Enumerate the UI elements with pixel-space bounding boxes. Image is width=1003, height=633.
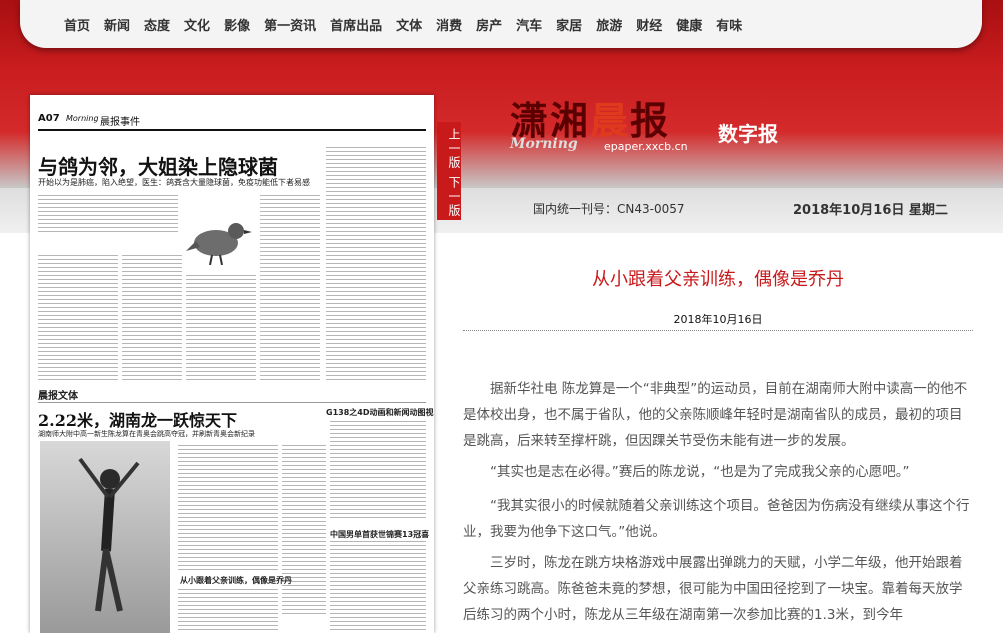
text-block[interactable] xyxy=(186,275,256,380)
article-paragraph: 据新华社电 陈龙算是一个“非典型”的运动员，目前在湖南师大附中读高一的他不是体校… xyxy=(463,381,968,449)
text-block[interactable] xyxy=(122,255,182,380)
paper-headline-2[interactable]: 2.22米，湖南龙一跃惊天下 xyxy=(38,407,237,431)
nav-item-travel[interactable]: 旅游 xyxy=(596,15,622,34)
text-block[interactable] xyxy=(178,445,278,570)
article-paragraph: 三岁时，陈龙在跳方块格游戏中展露出弹跳力的天赋，小学二年级，他开始跟着父亲练习跳… xyxy=(463,555,963,623)
text-block[interactable] xyxy=(326,147,426,382)
paper-caption[interactable]: G138之4D动画和新闻动图视 xyxy=(326,407,433,418)
text-block[interactable] xyxy=(330,541,426,631)
paper-brand: Morning xyxy=(66,114,99,123)
nav-item-auto[interactable]: 汽车 xyxy=(516,15,542,34)
athlete-figure-icon xyxy=(78,457,140,612)
text-block[interactable] xyxy=(38,195,178,235)
text-block[interactable] xyxy=(260,195,320,380)
paper-subline-2: 湖南师大附中高一新生陈龙算在青奥会跳高夺冠，并刷新青奥会新纪录 xyxy=(38,430,255,438)
prev-page-tab[interactable]: 上一版 xyxy=(437,122,461,172)
paper-section-2: 晨报文体 xyxy=(38,387,426,403)
text-block[interactable] xyxy=(38,255,118,380)
nav-item-images[interactable]: 影像 xyxy=(224,15,250,34)
paper-page-header: A07 Morning 晨报事件 xyxy=(38,109,426,131)
nav-item-first-news[interactable]: 第一资讯 xyxy=(264,15,316,34)
nav-item-finance[interactable]: 财经 xyxy=(636,15,662,34)
nav-item-flavor[interactable]: 有味 xyxy=(716,15,742,34)
paper-section: 晨报事件 xyxy=(100,117,140,128)
pigeon-photo xyxy=(186,223,252,265)
logo-morning: Morning xyxy=(510,136,578,152)
next-page-tab[interactable]: 下一版 xyxy=(437,170,461,220)
article-paragraph: “我其实很小的时候就随着父亲训练这个项目。爸爸因为伤病没有继续从事这个行业，我要… xyxy=(463,498,970,540)
article-date: 2018年10月16日 xyxy=(673,313,763,326)
athlete-photo xyxy=(40,441,170,633)
nav-item-home-living[interactable]: 家居 xyxy=(556,15,582,34)
main-nav: 首页 新闻 态度 文化 影像 第一资讯 首席出品 文体 消费 房产 汽车 家居 … xyxy=(20,0,982,48)
article-title: 从小跟着父亲训练，偶像是乔丹 xyxy=(592,269,844,290)
nav-item-attitude[interactable]: 态度 xyxy=(144,15,170,34)
nav-item-news[interactable]: 新闻 xyxy=(104,15,130,34)
nav-item-home[interactable]: 首页 xyxy=(64,15,90,34)
newspaper-page-image[interactable]: A07 Morning 晨报事件 与鸽为邻，大姐染上隐球菌 开始以为是肺癌，陷入… xyxy=(30,95,434,633)
paper-page-number: A07 xyxy=(38,113,60,124)
text-block[interactable] xyxy=(282,445,326,615)
nav-item-consumer[interactable]: 消费 xyxy=(436,15,462,34)
nav-item-sports-culture[interactable]: 文体 xyxy=(396,15,422,34)
paper-caption[interactable]: 中国男单首获世锦赛13冠喜 xyxy=(330,529,429,540)
issue-date: 2018年10月16日 星期二 xyxy=(793,203,948,218)
issn-label: 国内统一刊号：CN43-0057 xyxy=(533,202,685,216)
logo-text-2: 晨 xyxy=(590,98,631,143)
paper-subline: 开始以为是肺癌，陷入绝望，医生：鸽粪含大量隐球菌，免疫功能低下者易感 xyxy=(38,178,310,187)
article-paragraph: “其实也是志在必得。”赛后的陈龙说，“也是为了完成我父亲的心愿吧。” xyxy=(490,464,910,480)
site-url: epaper.xxcb.cn xyxy=(604,140,688,153)
digital-edition-label: 数字报 xyxy=(718,122,778,146)
nav-item-health[interactable]: 健康 xyxy=(676,15,702,34)
paper-caption[interactable]: 从小跟着父亲训练，偶像是乔丹 xyxy=(180,575,292,586)
nav-item-property[interactable]: 房产 xyxy=(476,15,502,34)
paper-headline[interactable]: 与鸽为邻，大姐染上隐球菌 xyxy=(38,151,278,180)
text-block[interactable] xyxy=(178,589,278,633)
divider xyxy=(463,330,973,331)
logo-text-3: 报 xyxy=(630,98,671,143)
nav-item-culture[interactable]: 文化 xyxy=(184,15,210,34)
text-block[interactable] xyxy=(330,421,426,521)
nav-item-chief-production[interactable]: 首席出品 xyxy=(330,15,382,34)
